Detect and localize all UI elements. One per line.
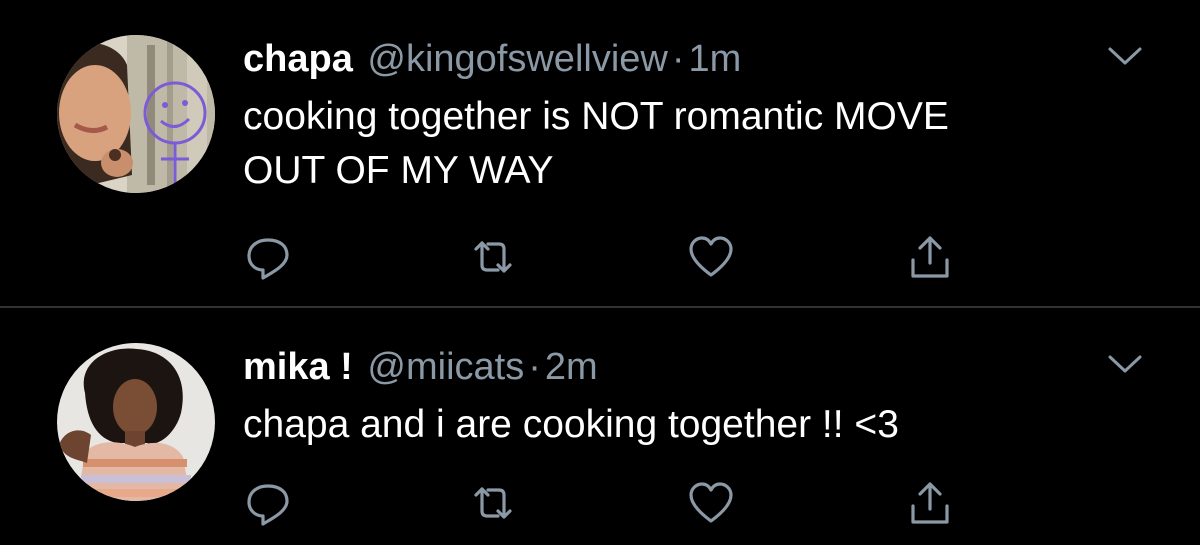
chevron-down-icon[interactable] bbox=[1106, 352, 1144, 376]
reply-icon[interactable] bbox=[243, 478, 293, 528]
tweet-text: chapa and i are cooking together !! <3 bbox=[243, 398, 1123, 452]
heart-icon[interactable] bbox=[686, 478, 736, 528]
tweet-header: mika ! @miicats · 2m bbox=[243, 344, 598, 390]
display-name[interactable]: mika ! bbox=[243, 346, 353, 388]
separator: · bbox=[528, 346, 541, 388]
avatar[interactable] bbox=[57, 343, 215, 501]
tweet[interactable]: mika ! @miicats · 2m chapa and i are cooki… bbox=[0, 0, 1200, 545]
tweet-text-line: chapa and i are cooking together !! <3 bbox=[243, 403, 899, 446]
timestamp[interactable]: 2m bbox=[545, 346, 598, 388]
retweet-icon[interactable] bbox=[468, 478, 518, 528]
share-icon[interactable] bbox=[905, 478, 955, 528]
user-handle[interactable]: @miicats bbox=[367, 346, 524, 388]
